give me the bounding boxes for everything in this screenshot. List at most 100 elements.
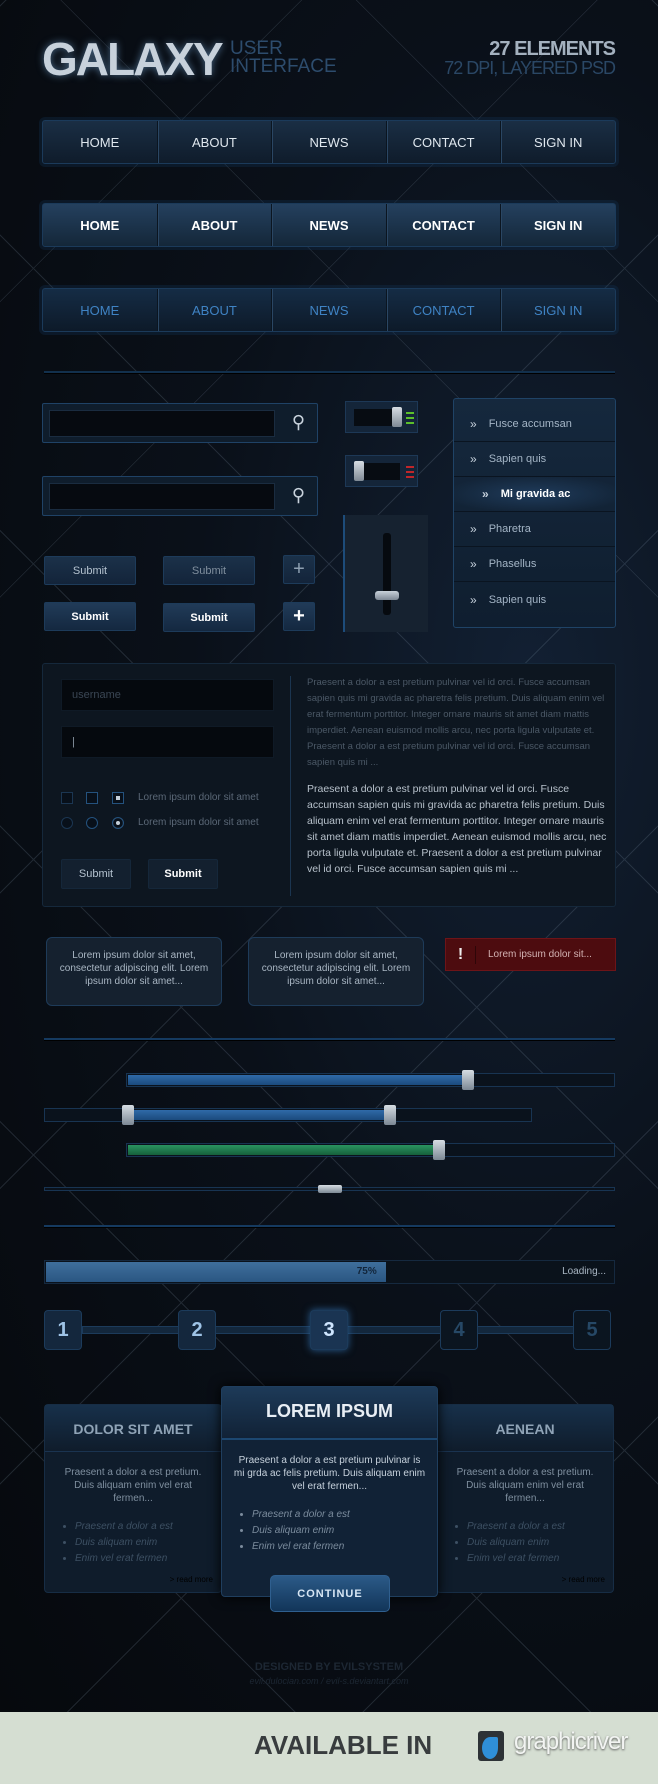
nav-home[interactable]: HOME: [43, 289, 158, 331]
nav-news[interactable]: NEWS: [272, 121, 387, 163]
username-input[interactable]: username: [61, 679, 274, 711]
submit-button[interactable]: Submit: [44, 556, 136, 585]
nav-about[interactable]: ABOUT: [158, 204, 273, 246]
checkbox[interactable]: [61, 792, 73, 804]
led-indicator: [406, 412, 414, 414]
radio[interactable]: [61, 817, 73, 829]
nav-news[interactable]: NEWS: [272, 204, 387, 246]
search-icon[interactable]: ⚲: [292, 412, 305, 433]
submit-button[interactable]: Submit: [148, 859, 218, 889]
submit-button[interactable]: Submit: [61, 859, 131, 889]
error-text: Lorem ipsum dolor sit...: [488, 949, 592, 960]
slider-knob[interactable]: [461, 1070, 474, 1090]
radio-selected[interactable]: [112, 817, 124, 829]
progress-fill: [46, 1262, 386, 1282]
toggle-knob[interactable]: [392, 407, 402, 427]
slider-knob[interactable]: [432, 1140, 445, 1160]
radio-label: Lorem ipsum dolor sit amet: [138, 817, 259, 828]
range-slider[interactable]: [44, 1105, 532, 1125]
chevron-right-icon: »: [470, 592, 477, 607]
list-item: Enim vel erat fermen: [467, 1551, 613, 1567]
progress-status: Loading...: [562, 1266, 606, 1277]
nav-home[interactable]: HOME: [43, 204, 158, 246]
submit-button[interactable]: Submit: [44, 602, 136, 631]
divider: [44, 1225, 615, 1227]
nav-sign-in[interactable]: SIGN IN: [501, 204, 615, 246]
menu-item[interactable]: » Pharetra: [454, 512, 615, 547]
list-item: Praesent a dolor a est: [467, 1519, 613, 1535]
slider-knob-high[interactable]: [384, 1105, 397, 1125]
side-menu: » Fusce accumsan » Sapien quis » Mi gravida…: [453, 398, 616, 628]
pricing-card: AENEAN Praesent a dolor a est pretium. D…: [436, 1404, 614, 1593]
submit-button[interactable]: Submit: [163, 556, 255, 585]
chevron-right-icon: »: [482, 487, 489, 501]
search-input[interactable]: [49, 483, 275, 510]
progress-bar: 75% Loading...: [44, 1260, 615, 1284]
slider[interactable]: [126, 1070, 615, 1090]
nav-contact[interactable]: CONTACT: [387, 121, 502, 163]
slider-knob[interactable]: [375, 590, 399, 600]
green-slider[interactable]: [126, 1140, 615, 1160]
read-more-link[interactable]: > read more: [170, 1575, 213, 1584]
page-5[interactable]: 5: [573, 1310, 611, 1350]
designer-credit: DESIGNED BY EVILSYSTEM: [254, 1661, 404, 1673]
menu-item-label: Sapien quis: [488, 593, 547, 606]
graphicriver-logo: graphicriver: [514, 1728, 628, 1755]
available-text: AVAILABLE IN: [254, 1730, 433, 1760]
checkbox-checked[interactable]: [112, 792, 124, 804]
menu-item[interactable]: » Sapien quis: [454, 582, 615, 617]
menu-item[interactable]: » Phasellus: [454, 547, 615, 582]
search-icon[interactable]: ⚲: [292, 485, 305, 506]
radio[interactable]: [86, 817, 98, 829]
alert-icon: !: [446, 945, 476, 964]
checkbox[interactable]: [86, 792, 98, 804]
read-more-link[interactable]: > read more: [562, 1575, 605, 1584]
search-box: ⚲: [42, 476, 318, 516]
led-indicator: [406, 471, 414, 473]
toggle-switch-on[interactable]: [345, 401, 418, 433]
checkbox-label: Lorem ipsum dolor sit amet: [138, 792, 259, 803]
nav-home[interactable]: HOME: [43, 121, 158, 163]
submit-button[interactable]: Submit: [163, 603, 255, 632]
scrollbar[interactable]: [44, 1185, 615, 1193]
nav-sign-in[interactable]: SIGN IN: [501, 289, 615, 331]
nav-about[interactable]: ABOUT: [158, 289, 273, 331]
menu-item-label: Fusce accumsan: [488, 418, 572, 430]
toggle-knob[interactable]: [354, 461, 364, 481]
menu-item-active[interactable]: » Mi gravida ac: [454, 477, 615, 512]
menu-item[interactable]: » Fusce accumsan: [454, 407, 615, 442]
search-input[interactable]: [49, 410, 275, 437]
menu-item-label: Phasellus: [488, 558, 537, 570]
divider: [44, 1038, 615, 1040]
card-list: Praesent a dolor a estDuis aliquam enimE…: [222, 1507, 437, 1555]
menu-item[interactable]: » Sapien quis: [454, 442, 615, 477]
led-indicator: [406, 422, 414, 424]
subtitle: USER INTERFACE: [230, 39, 337, 76]
page-2[interactable]: 2: [178, 1310, 216, 1350]
nav-contact[interactable]: CONTACT: [387, 289, 502, 331]
led-indicator: [406, 417, 414, 419]
toggle-switch-off[interactable]: [345, 455, 418, 487]
list-item: Duis aliquam enim: [252, 1523, 437, 1539]
nav-sign-in[interactable]: SIGN IN: [501, 121, 615, 163]
chevron-right-icon: »: [470, 557, 477, 571]
menu-item-label: Pharetra: [488, 523, 531, 535]
nav-news[interactable]: NEWS: [272, 289, 387, 331]
card-text: Praesent a dolor a est pretium. Duis ali…: [456, 1467, 594, 1504]
vertical-slider[interactable]: [343, 515, 428, 632]
slider-fill: [127, 1110, 391, 1120]
nav-contact[interactable]: CONTACT: [387, 204, 502, 246]
page-1[interactable]: 1: [44, 1310, 82, 1350]
slider-knob-low[interactable]: [121, 1105, 134, 1125]
continue-button[interactable]: CONTINUE: [270, 1575, 390, 1612]
nav-about[interactable]: ABOUT: [158, 121, 273, 163]
led-indicator: [406, 466, 414, 468]
password-input[interactable]: |: [61, 726, 274, 758]
add-button[interactable]: +: [283, 602, 315, 631]
list-item: Enim vel erat fermen: [75, 1551, 221, 1567]
page-4[interactable]: 4: [440, 1310, 478, 1350]
scrollbar-thumb[interactable]: [317, 1185, 342, 1193]
chevron-right-icon: »: [470, 522, 477, 536]
add-button[interactable]: +: [283, 555, 315, 584]
page-3-active[interactable]: 3: [310, 1310, 348, 1350]
